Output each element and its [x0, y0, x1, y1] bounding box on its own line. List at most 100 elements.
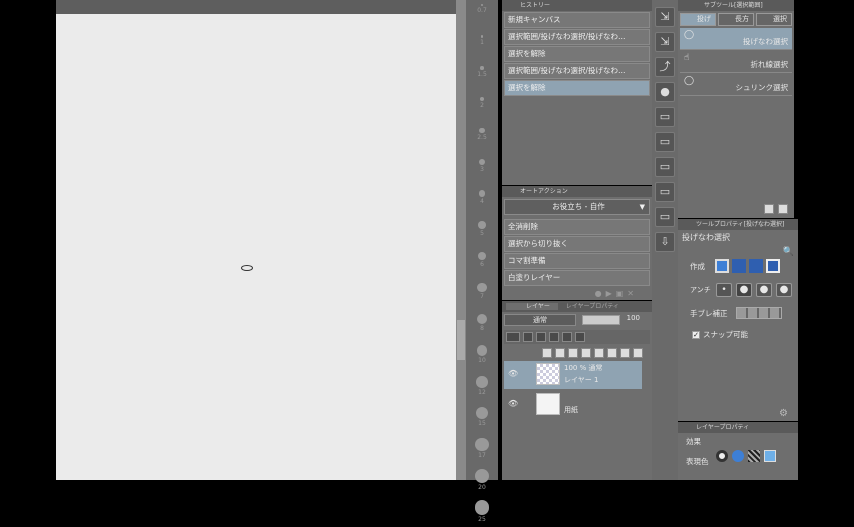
opacity-slider[interactable]	[582, 315, 620, 325]
open-folder-icon[interactable]: ▭	[655, 132, 675, 152]
brush-size-label: 3	[480, 166, 484, 173]
lock-icon[interactable]	[523, 332, 533, 342]
tab-layer-property[interactable]: レイヤープロパティ	[560, 303, 619, 310]
mode-subtract-icon[interactable]	[749, 259, 763, 273]
mask-icon[interactable]	[575, 332, 585, 342]
mode-add-icon[interactable]	[732, 259, 746, 273]
blend-mode-select[interactable]: 通常	[504, 314, 576, 326]
thumbnail	[536, 363, 560, 385]
new-vector-layer-icon[interactable]	[555, 348, 565, 358]
reference-icon[interactable]	[549, 332, 559, 342]
auto-action-item[interactable]: コマ割準備	[504, 253, 650, 269]
merge-layer-icon[interactable]	[594, 348, 604, 358]
auto-action-item[interactable]: 選択から切り抜く	[504, 236, 650, 252]
brush-size-item[interactable]: 10	[466, 345, 498, 372]
search-icon[interactable]: 🔍	[783, 247, 794, 257]
auto-action-title: オートアクション	[520, 188, 568, 195]
trash-icon[interactable]	[633, 348, 643, 358]
brush-size-item[interactable]: 3	[466, 159, 498, 186]
save-folder-icon[interactable]: ▭	[655, 157, 675, 177]
brush-size-item[interactable]: 8	[466, 314, 498, 341]
history-item[interactable]: 新規キャンバス	[504, 12, 650, 28]
layer-row[interactable]: 👁 用紙	[504, 391, 642, 419]
antialias-strong-icon[interactable]: ●	[776, 283, 792, 297]
auto-action-item[interactable]: 白塗りレイヤー	[504, 270, 650, 286]
stop-icon[interactable]: ●	[595, 289, 606, 298]
draft-icon[interactable]	[562, 332, 572, 342]
delete-subtool-icon[interactable]	[778, 204, 788, 214]
subtool-item[interactable]: ☝ 折れ線選択	[680, 51, 792, 73]
export-icon[interactable]: ⇩	[655, 232, 675, 252]
antialias-weak-icon[interactable]: ●	[736, 283, 752, 297]
brush-size-item[interactable]: 7	[466, 283, 498, 310]
history-item[interactable]: 選択範囲/投げなわ選択/投げなわ…	[504, 63, 650, 79]
mode-intersect-icon[interactable]	[766, 259, 780, 273]
new-raster-layer-icon[interactable]	[542, 348, 552, 358]
tool-property-settings-icon[interactable]: ⚙	[779, 408, 788, 419]
thumbnail	[536, 393, 560, 415]
brush-size-item[interactable]: 25	[466, 500, 498, 527]
canvas-paper[interactable]	[56, 14, 456, 480]
antialias-none-icon[interactable]: •	[716, 283, 732, 297]
brush-size-label: 1.5	[477, 70, 487, 78]
scroll-thumb[interactable]	[457, 320, 465, 360]
subtool-item[interactable]: ◯ シュリンク選択	[680, 74, 792, 96]
open-folder-icon[interactable]: ▭	[655, 207, 675, 227]
subtool-panel: サブツール[選択範囲] 投げ 長方 選択 ◯ 投げなわ選択 ☝ 折れ線選択 ◯ シュリン…	[678, 0, 794, 218]
brush-size-item[interactable]: 1	[466, 35, 498, 62]
open-folder-icon[interactable]: ▭	[655, 182, 675, 202]
effect-tone-icon[interactable]	[748, 450, 760, 462]
brush-size-item[interactable]: 1.5	[466, 66, 498, 93]
tab-layer[interactable]: レイヤー	[506, 303, 558, 310]
copy-icon[interactable]: ⇲	[655, 7, 675, 27]
mask-layer-icon[interactable]	[607, 348, 617, 358]
subtool-tab[interactable]: 選択	[756, 13, 792, 26]
brush-size-item[interactable]: 15	[466, 407, 498, 434]
brush-size-item[interactable]: 2	[466, 97, 498, 124]
brush-size-item[interactable]: 6	[466, 252, 498, 279]
record-icon[interactable]: ▣	[616, 289, 628, 298]
history-item[interactable]: 選択を解除	[504, 80, 650, 96]
canvas-scrollbar[interactable]	[456, 0, 466, 480]
effect-border-icon[interactable]	[716, 450, 728, 462]
effect-color-icon[interactable]	[732, 450, 744, 462]
delete-icon[interactable]: ✕	[627, 289, 638, 298]
layer-color-icon[interactable]	[506, 332, 520, 342]
brush-size-item[interactable]: 4	[466, 190, 498, 217]
opacity-value[interactable]: 100	[627, 314, 640, 322]
pen-icon[interactable]: ●	[655, 82, 675, 102]
layer-row[interactable]: 👁 100 % 通常 レイヤー 1	[504, 361, 642, 389]
brush-size-item[interactable]: 2.5	[466, 128, 498, 155]
brush-size-item[interactable]: 5	[466, 221, 498, 248]
brush-size-item[interactable]: 20	[466, 469, 498, 496]
brush-size-item[interactable]: 12	[466, 376, 498, 403]
folder-icon[interactable]: ⤴	[655, 57, 675, 77]
subtool-tab[interactable]: 投げ	[680, 13, 716, 26]
copy-subtool-icon[interactable]	[764, 204, 774, 214]
eye-icon[interactable]: 👁	[508, 399, 518, 408]
eye-icon[interactable]: 👁	[508, 369, 518, 378]
effect-layer-color-icon[interactable]	[764, 450, 776, 462]
subtool-item[interactable]: ◯ 投げなわ選択	[680, 28, 792, 50]
brush-size-item[interactable]: 0.7	[466, 4, 498, 31]
brush-size-item[interactable]: 17	[466, 438, 498, 465]
mode-new-icon[interactable]	[715, 259, 729, 273]
stabilizer-slider[interactable]	[736, 307, 782, 319]
clip-icon[interactable]	[536, 332, 546, 342]
history-item[interactable]: 選択範囲/投げなわ選択/投げなわ…	[504, 29, 650, 45]
auto-action-item[interactable]: 全消削除	[504, 219, 650, 235]
open-folder-icon[interactable]: ▭	[655, 107, 675, 127]
apply-mask-icon[interactable]	[620, 348, 630, 358]
layer-line1: 100 % 通常	[564, 364, 603, 372]
antialias-mid-icon[interactable]: ●	[756, 283, 772, 297]
auto-action-set-select[interactable]: お役立ち - 自作 ▼	[504, 199, 650, 215]
copy-layer-icon[interactable]	[581, 348, 591, 358]
snap-checkbox[interactable]: ✓	[692, 330, 700, 339]
subtool-header: サブツール[選択範囲]	[678, 0, 794, 11]
paste-icon[interactable]: ⇲	[655, 32, 675, 52]
play-icon[interactable]: ▶	[606, 289, 616, 298]
new-folder-icon[interactable]	[568, 348, 578, 358]
history-item[interactable]: 選択を解除	[504, 46, 650, 62]
subtool-tab[interactable]: 長方	[718, 13, 754, 26]
canvas-area[interactable]	[56, 0, 456, 480]
